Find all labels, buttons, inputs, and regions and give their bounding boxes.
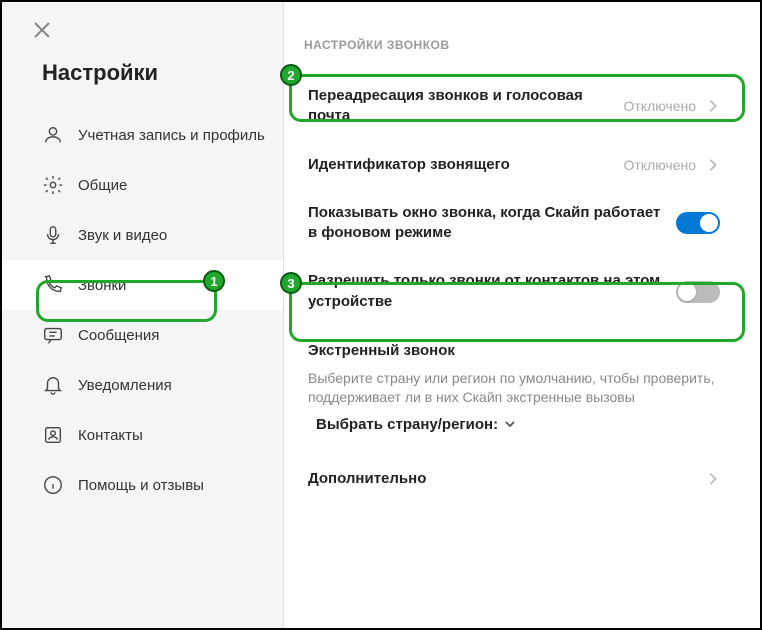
chevron-right-icon xyxy=(708,473,720,485)
microphone-icon xyxy=(42,224,64,246)
contacts-icon xyxy=(42,424,64,446)
phone-icon xyxy=(42,274,64,296)
country-region-select[interactable]: Выбрать страну/регион: xyxy=(316,416,720,433)
close-button[interactable] xyxy=(30,18,54,42)
toggle-contacts-only[interactable] xyxy=(676,281,720,303)
row-label: Переадресация звонков и голосовая почта xyxy=(308,86,611,127)
sidebar-item-general[interactable]: Общие xyxy=(2,160,283,210)
toggle-show-call-window[interactable] xyxy=(676,212,720,234)
section-header: НАСТРОЙКИ ЗВОНКОВ xyxy=(304,38,728,52)
sidebar-item-calls[interactable]: Звонки xyxy=(2,260,283,310)
sidebar-item-label: Контакты xyxy=(78,427,143,444)
chevron-right-icon xyxy=(708,159,720,171)
sidebar-item-label: Звук и видео xyxy=(78,227,167,244)
row-status: Отключено xyxy=(623,157,696,173)
bell-icon xyxy=(42,374,64,396)
sidebar-title: Настройки xyxy=(42,60,283,86)
row-caller-id[interactable]: Идентификатор звонящего Отключено xyxy=(304,141,728,189)
sidebar-item-contacts[interactable]: Контакты xyxy=(2,410,283,460)
sidebar-item-label: Помощь и отзывы xyxy=(78,477,204,494)
close-icon xyxy=(30,18,54,42)
sidebar-item-label: Общие xyxy=(78,177,127,194)
row-show-call-window[interactable]: Показывать окно звонка, когда Скайп рабо… xyxy=(304,189,728,258)
emergency-title: Экстренный звонок xyxy=(308,342,720,359)
chevron-right-icon xyxy=(708,100,720,112)
row-call-forwarding[interactable]: Переадресация звонков и голосовая почта … xyxy=(304,72,728,141)
sidebar-item-help[interactable]: Помощь и отзывы xyxy=(2,460,283,510)
row-label: Показывать окно звонка, когда Скайп рабо… xyxy=(308,203,664,244)
row-status: Отключено xyxy=(623,98,696,114)
row-label: Разрешить только звонки от контактов на … xyxy=(308,271,664,312)
sidebar-item-label: Звонки xyxy=(78,277,126,294)
sidebar-item-messaging[interactable]: Сообщения xyxy=(2,310,283,360)
chevron-down-icon xyxy=(504,419,516,429)
row-advanced[interactable]: Дополнительно xyxy=(304,455,728,503)
sidebar-item-audio-video[interactable]: Звук и видео xyxy=(2,210,283,260)
row-label: Идентификатор звонящего xyxy=(308,155,611,175)
emergency-section: Экстренный звонок Выберите страну или ре… xyxy=(304,338,728,433)
message-icon xyxy=(42,324,64,346)
row-label: Дополнительно xyxy=(308,469,696,489)
user-icon xyxy=(42,124,64,146)
gear-icon xyxy=(42,174,64,196)
settings-sidebar: Настройки Учетная запись и профиль Общие… xyxy=(2,2,284,628)
sidebar-item-label: Сообщения xyxy=(78,327,159,344)
emergency-description: Выберите страну или регион по умолчанию,… xyxy=(308,369,720,408)
sidebar-item-label: Учетная запись и профиль xyxy=(78,127,265,144)
annotation-badge-2: 2 xyxy=(280,64,302,86)
row-contacts-only[interactable]: Разрешить только звонки от контактов на … xyxy=(304,257,728,326)
sidebar-item-notifications[interactable]: Уведомления xyxy=(2,360,283,410)
info-icon xyxy=(42,474,64,496)
annotation-badge-3: 3 xyxy=(280,272,302,294)
sidebar-item-label: Уведомления xyxy=(78,377,172,394)
settings-main-panel: НАСТРОЙКИ ЗВОНКОВ Переадресация звонков … xyxy=(284,2,760,628)
country-select-label: Выбрать страну/регион: xyxy=(316,416,498,433)
sidebar-item-account[interactable]: Учетная запись и профиль xyxy=(2,110,283,160)
annotation-badge-1: 1 xyxy=(203,270,225,292)
